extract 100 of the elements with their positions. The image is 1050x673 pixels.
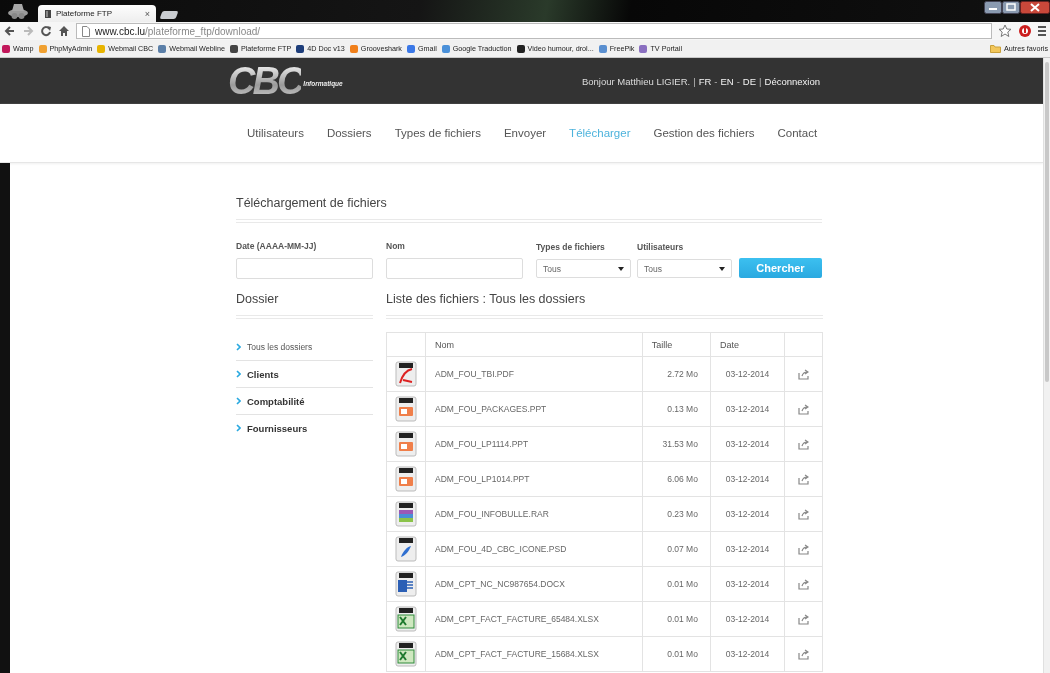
file-date: 03-12-2014 (710, 601, 785, 637)
image-file-icon (395, 536, 417, 562)
close-tab-button[interactable]: × (144, 8, 150, 19)
file-name: ADM_CPT_FACT_FACTURE_65484.XLSX (425, 601, 643, 637)
separator-text: - (714, 75, 718, 87)
field-label: Nom (386, 241, 406, 251)
section-title: Liste des fichiers : Tous les dossiers (386, 292, 823, 319)
new-tab-button[interactable] (159, 11, 179, 19)
column-header: Taille (642, 332, 711, 357)
star-icon[interactable] (998, 24, 1012, 38)
header-link[interactable]: EN (720, 75, 734, 87)
file-size: 0.13 Mo (642, 391, 711, 427)
share-icon[interactable] (798, 403, 809, 415)
incognito-icon (6, 1, 30, 20)
address-bar[interactable]: www.cbc.lu/plateforme_ftp/download/ (76, 23, 992, 39)
file-size: 0.01 Mo (642, 601, 711, 637)
chevron-icon (236, 397, 241, 405)
presentation-file-icon (395, 431, 417, 457)
file-name: ADM_CPT_NC_NC987654.DOCX (425, 566, 643, 602)
tab-title: Plateforme FTP (56, 9, 113, 18)
header-link[interactable]: FR (698, 75, 712, 87)
separator-text: - (736, 75, 740, 87)
input-field[interactable] (386, 258, 523, 279)
file-date: 03-12-2014 (710, 496, 785, 532)
file-name: ADM_FOU_LP1114.PPT (425, 426, 643, 462)
chevron-icon (236, 424, 241, 432)
folder-item[interactable]: Fournisseurs (236, 415, 373, 441)
share-icon[interactable] (798, 543, 809, 555)
nav-tab[interactable]: Dossiers (326, 127, 372, 139)
forward-icon[interactable] (22, 25, 34, 37)
field-label: Date (AAAA-MM-JJ) (236, 241, 318, 251)
page-icon (81, 25, 91, 37)
url-text: www.cbc.lu/plateforme_ftp/download/ (95, 25, 261, 37)
file-size: 31.53 Mo (642, 426, 711, 462)
file-name: ADM_FOU_4D_CBC_ICONE.PSD (425, 531, 643, 567)
menu-icon[interactable] (1038, 24, 1046, 38)
share-icon[interactable] (798, 508, 809, 520)
share-icon[interactable] (798, 368, 809, 380)
nav-tab[interactable]: Gestion des fichiers (653, 127, 755, 139)
folder-item[interactable]: Clients (236, 361, 373, 388)
file-date: 03-12-2014 (710, 391, 785, 427)
home-icon[interactable] (58, 25, 70, 37)
caret-icon (618, 266, 624, 271)
presentation-file-icon (395, 466, 417, 492)
file-date: 03-12-2014 (710, 566, 785, 602)
column-header: Nom (425, 332, 643, 357)
share-icon[interactable] (798, 578, 809, 590)
file-name: ADM_FOU_TBI.PDF (425, 356, 643, 392)
separator-text: | (759, 75, 762, 87)
file-date: 03-12-2014 (710, 356, 785, 392)
file-date: 03-12-2014 (710, 461, 785, 497)
chevron-icon (236, 370, 241, 378)
section-title: Dossier (236, 292, 373, 319)
presentation-file-icon (395, 396, 417, 422)
header-link[interactable]: Déconnexion (764, 75, 820, 87)
greeting-text: Bonjour Matthieu LIGIER. (581, 75, 691, 87)
nav-tab[interactable]: Envoyer (503, 127, 547, 139)
share-icon[interactable] (798, 473, 809, 485)
share-icon[interactable] (798, 613, 809, 625)
file-size: 0.01 Mo (642, 566, 711, 602)
share-icon[interactable] (798, 438, 809, 450)
document-file-icon (395, 571, 417, 597)
file-size: 0.23 Mo (642, 496, 711, 532)
back-icon[interactable] (4, 25, 16, 37)
reload-icon[interactable] (40, 25, 52, 37)
field-label: Utilisateurs (637, 242, 685, 252)
field-label: Types de fichiers (536, 242, 606, 252)
nav-tab[interactable]: Contact (777, 127, 818, 139)
file-size: 0.01 Mo (642, 636, 711, 672)
dropdown[interactable]: Tous (637, 259, 732, 278)
spreadsheet-file-icon (395, 606, 417, 632)
header-link[interactable]: DE (742, 75, 757, 87)
share-icon[interactable] (798, 648, 809, 660)
nav-tab[interactable]: Types de fichiers (394, 127, 481, 139)
column-header: Date (710, 332, 785, 357)
folder-icon (990, 44, 1002, 53)
file-date: 03-12-2014 (710, 531, 785, 567)
file-size: 6.06 Mo (642, 461, 711, 497)
file-size: 0.07 Mo (642, 531, 711, 567)
minimize-icon[interactable] (984, 1, 1002, 14)
file-date: 03-12-2014 (710, 636, 785, 672)
folder-item[interactable]: Comptabilité (236, 388, 373, 415)
nav-tab[interactable]: Utilisateurs (247, 127, 304, 139)
spreadsheet-file-icon (395, 641, 417, 667)
input-field[interactable] (236, 258, 373, 279)
separator-text: | (693, 75, 696, 87)
close-icon[interactable] (1020, 1, 1050, 14)
maximize-icon[interactable] (1002, 1, 1020, 14)
file-icon (44, 8, 52, 19)
file-name: ADM_FOU_PACKAGES.PPT (425, 391, 643, 427)
caret-icon (719, 266, 725, 271)
browser-tab[interactable]: Plateforme FTP × (38, 5, 156, 22)
pdf-file-icon (395, 361, 417, 387)
dropdown[interactable]: Tous (536, 259, 631, 278)
archive-file-icon (395, 501, 417, 527)
file-size: 2.72 Mo (642, 356, 711, 392)
folder-item[interactable]: Tous les dossiers (236, 334, 373, 361)
extension-icon[interactable] (1018, 24, 1032, 38)
file-name: ADM_CPT_FACT_FACTURE_15684.XLSX (425, 636, 643, 672)
file-date: 03-12-2014 (710, 426, 785, 462)
